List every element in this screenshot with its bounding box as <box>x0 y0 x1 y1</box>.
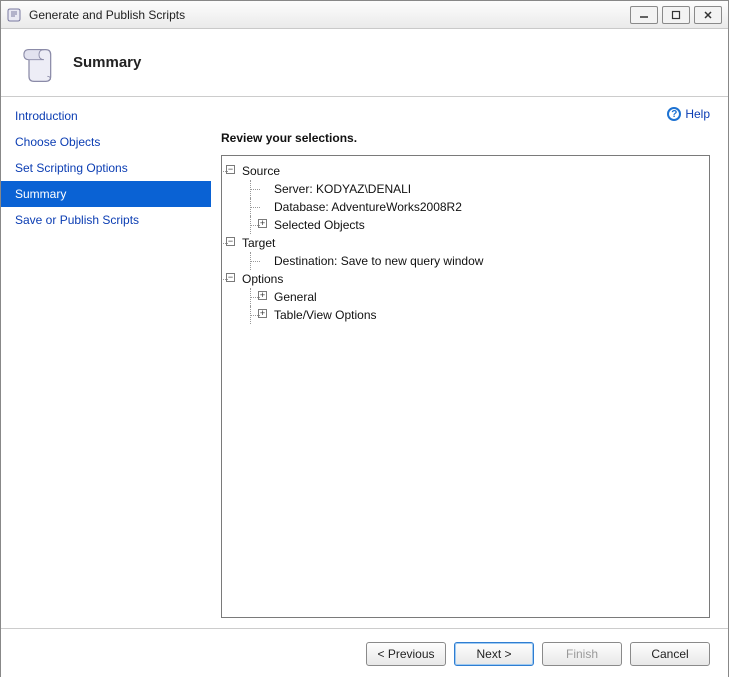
finish-button: Finish <box>542 642 622 666</box>
window-buttons <box>630 6 722 24</box>
wizard-nav: Introduction Choose Objects Set Scriptin… <box>1 97 211 628</box>
close-button[interactable] <box>694 6 722 24</box>
tree-general[interactable]: General <box>274 290 317 304</box>
help-icon: ? <box>667 107 681 121</box>
expander-options[interactable]: − <box>226 273 235 282</box>
nav-summary[interactable]: Summary <box>1 181 211 207</box>
tree-server[interactable]: Server: KODYAZ\DENALI <box>274 182 411 196</box>
nav-save-or-publish[interactable]: Save or Publish Scripts <box>1 207 211 233</box>
tree-source[interactable]: Source <box>242 164 280 178</box>
minimize-icon <box>639 10 649 20</box>
close-icon <box>703 10 713 20</box>
previous-button[interactable]: < Previous <box>366 642 446 666</box>
tree-target[interactable]: Target <box>242 236 275 250</box>
wizard-content: ? Help Review your selections. − Source … <box>211 97 728 628</box>
expander-target[interactable]: − <box>226 237 235 246</box>
window-title: Generate and Publish Scripts <box>29 8 630 22</box>
scroll-icon <box>19 43 59 83</box>
tree-table-view[interactable]: Table/View Options <box>274 308 377 322</box>
tree-selected-objects[interactable]: Selected Objects <box>274 218 365 232</box>
tree-database[interactable]: Database: AdventureWorks2008R2 <box>274 200 462 214</box>
help-link[interactable]: ? Help <box>221 103 710 125</box>
nav-choose-objects[interactable]: Choose Objects <box>1 129 211 155</box>
summary-tree[interactable]: − Source Server: KODYAZ\DENALI Database:… <box>221 155 710 618</box>
page-title: Summary <box>73 54 141 71</box>
cancel-button[interactable]: Cancel <box>630 642 710 666</box>
minimize-button[interactable] <box>630 6 658 24</box>
help-label: Help <box>685 107 710 121</box>
maximize-button[interactable] <box>662 6 690 24</box>
expander-table-view[interactable]: + <box>258 309 267 318</box>
expander-selected-objects[interactable]: + <box>258 219 267 228</box>
wizard-footer: < Previous Next > Finish Cancel <box>1 628 728 678</box>
wizard-header: Summary <box>1 29 728 97</box>
nav-introduction[interactable]: Introduction <box>1 103 211 129</box>
script-small-icon <box>7 7 23 23</box>
wizard-body: Introduction Choose Objects Set Scriptin… <box>1 97 728 628</box>
expander-general[interactable]: + <box>258 291 267 300</box>
tree-destination[interactable]: Destination: Save to new query window <box>274 254 483 268</box>
titlebar: Generate and Publish Scripts <box>1 1 728 29</box>
next-button[interactable]: Next > <box>454 642 534 666</box>
review-heading: Review your selections. <box>221 131 710 145</box>
maximize-icon <box>671 10 681 20</box>
nav-set-scripting-options[interactable]: Set Scripting Options <box>1 155 211 181</box>
expander-source[interactable]: − <box>226 165 235 174</box>
tree-options[interactable]: Options <box>242 272 283 286</box>
